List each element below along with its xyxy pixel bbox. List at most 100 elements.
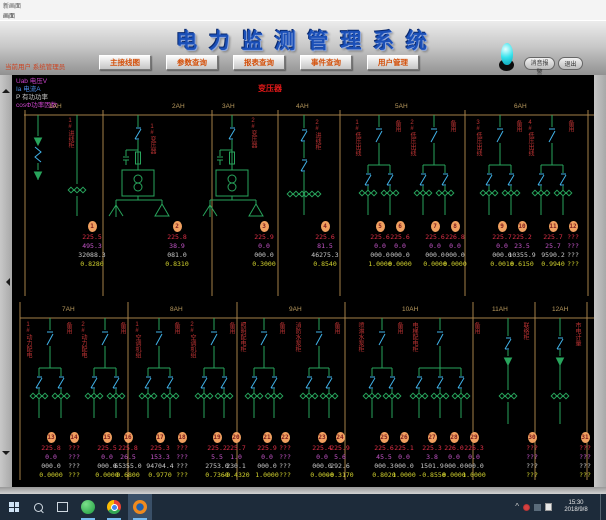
bus-section-label: 9AH	[289, 306, 302, 313]
scroll-left-arrow-icon[interactable]	[2, 278, 10, 286]
current-value: ???	[164, 453, 200, 462]
voltage-value: 226.3	[456, 444, 492, 453]
taskbar-clock[interactable]: 15:30 2018/9/8	[556, 500, 596, 514]
scada-app-icon	[133, 500, 147, 514]
nav-user-management-button[interactable]: 用户管理	[367, 55, 419, 70]
nav-report-query-button[interactable]: 报表查询	[233, 55, 285, 70]
current-value: 38.9	[159, 242, 195, 251]
feeder-number-badge[interactable]: 24	[336, 432, 345, 443]
tray-status-icon[interactable]	[523, 504, 530, 511]
voltage-value: ???	[567, 444, 603, 453]
feeder-label: 4#低压出线	[527, 120, 533, 156]
voltage-value: 226.8	[437, 233, 473, 242]
power-factor-value: ???	[56, 471, 92, 480]
power-factor-value: 0.0000	[382, 260, 418, 269]
window-menu-item[interactable]: 画面	[3, 11, 15, 20]
voltage-value: ???	[164, 444, 200, 453]
feeder-label: 备用	[333, 322, 339, 334]
diagram-canvas: 变压器 Uab 电压VIa 电流AP 有功功率cosΦ功率因数1AH2AH3AH…	[12, 75, 594, 487]
feeder-label: 1#低压出线	[354, 120, 360, 156]
feeder-number-badge[interactable]: 22	[281, 432, 290, 443]
current-value: 26.5	[110, 453, 146, 462]
feeder-number-badge[interactable]: 13	[47, 432, 56, 443]
feeder-label: 1#变压器	[149, 124, 155, 154]
power-factor-value: ???	[164, 471, 200, 480]
feeder-number-badge[interactable]: 4	[321, 221, 330, 232]
power-value: 46275.3	[307, 251, 343, 260]
feeder-label: 备用	[449, 120, 455, 132]
tray-app-icon[interactable]	[534, 504, 541, 511]
scroll-up-arrow-icon[interactable]	[2, 85, 10, 93]
feeder-label: 备用	[567, 120, 573, 132]
window-titlebar: 新画面 画面	[0, 0, 606, 20]
nav-parameter-query-button[interactable]: 参数查询	[166, 55, 218, 70]
feeder-label: 联络柜	[522, 322, 528, 340]
show-desktop-button[interactable]	[600, 494, 604, 520]
feeder-label: 市电计量	[574, 322, 580, 346]
nav-main-diagram-button[interactable]: 主接线图	[99, 55, 151, 70]
tray-expand-icon[interactable]: ^	[515, 503, 519, 511]
system-tray: ^ 15:30 2018/9/8	[515, 494, 606, 520]
header-bar: 电 力 监 测 管 理 系 统 当前用户 系统管理员 主接线图参数查询报表查询事…	[0, 20, 606, 76]
readout-column: 14????????????	[56, 432, 92, 480]
taskbar-app-scada[interactable]	[128, 494, 152, 520]
legend-item: P 有功功率	[16, 94, 48, 102]
feeder-number-badge[interactable]: 6	[396, 221, 405, 232]
voltage-value: ???	[267, 444, 303, 453]
mute-alarm-button[interactable]: 消音报警	[524, 57, 555, 70]
feeder-number-badge[interactable]: 26	[400, 432, 409, 443]
exit-button[interactable]: 退出	[558, 57, 583, 70]
feeder-number-badge[interactable]: 8	[451, 221, 460, 232]
current-value: ???	[56, 453, 92, 462]
search-icon	[34, 503, 43, 512]
voltage-value: 225.5	[74, 233, 110, 242]
power-value: ???	[56, 462, 92, 471]
power-value: ???	[267, 462, 303, 471]
power-value: ???	[514, 462, 550, 471]
diagram-overlay: 变压器 Uab 电压VIa 电流AP 有功功率cosΦ功率因数1AH2AH3AH…	[12, 75, 594, 487]
current-value: ???	[514, 453, 550, 462]
voltage-value: 225.8	[110, 444, 146, 453]
readout-column: 4225.681.546275.30.8540	[307, 221, 343, 269]
feeder-label: 备用	[65, 322, 71, 334]
readout-column: 29226.30.0000.01.0000	[456, 432, 492, 480]
taskbar-app-green[interactable]	[76, 494, 100, 520]
nav-event-query-button[interactable]: 事件查询	[300, 55, 352, 70]
feeder-number-badge[interactable]: 3	[260, 221, 269, 232]
power-value: 081.0	[159, 251, 195, 260]
feeder-number-badge[interactable]: 14	[70, 432, 79, 443]
feeder-number-badge[interactable]: 18	[178, 432, 187, 443]
search-button[interactable]	[26, 494, 50, 520]
power-factor-value: ???	[267, 471, 303, 480]
feeder-label: 2#变压器	[250, 118, 256, 148]
feeder-number-badge[interactable]: 12	[569, 221, 578, 232]
current-value: 5.6	[322, 453, 358, 462]
readout-column: 30????????????	[514, 432, 550, 480]
taskbar-app-browser[interactable]	[102, 494, 126, 520]
feeder-number-badge[interactable]: 29	[470, 432, 479, 443]
power-value: ???	[555, 251, 591, 260]
readout-column: 18????????????	[164, 432, 200, 480]
legend-item: Ia 电流A	[16, 86, 41, 94]
feeder-number-badge[interactable]: 10	[518, 221, 527, 232]
feeder-label: 2#低压出线	[409, 120, 415, 156]
feeder-number-badge[interactable]: 31	[581, 432, 590, 443]
scroll-down-arrow-icon[interactable]	[2, 451, 10, 459]
feeder-number-badge[interactable]: 30	[528, 432, 537, 443]
feeder-label: 喷淋水泵柜	[357, 322, 363, 352]
feeder-label: 消防水泵柜	[294, 322, 300, 352]
power-value: 32088.3	[74, 251, 110, 260]
bus-section-label: 10AH	[402, 306, 418, 313]
clock-date: 2018/9/8	[556, 507, 596, 514]
feeder-number-badge[interactable]: 2	[173, 221, 182, 232]
feeder-number-badge[interactable]: 16	[124, 432, 133, 443]
tray-notes-icon[interactable]	[545, 503, 552, 511]
feeder-number-badge[interactable]: 20	[232, 432, 241, 443]
task-view-button[interactable]	[50, 494, 74, 520]
feeder-number-badge[interactable]: 1	[88, 221, 97, 232]
alarm-lamp-icon	[499, 43, 516, 71]
power-factor-value: 0.6800	[110, 471, 146, 480]
feeder-label: 备用	[173, 322, 179, 334]
start-button[interactable]	[2, 494, 26, 520]
power-factor-value: ???	[567, 471, 603, 480]
